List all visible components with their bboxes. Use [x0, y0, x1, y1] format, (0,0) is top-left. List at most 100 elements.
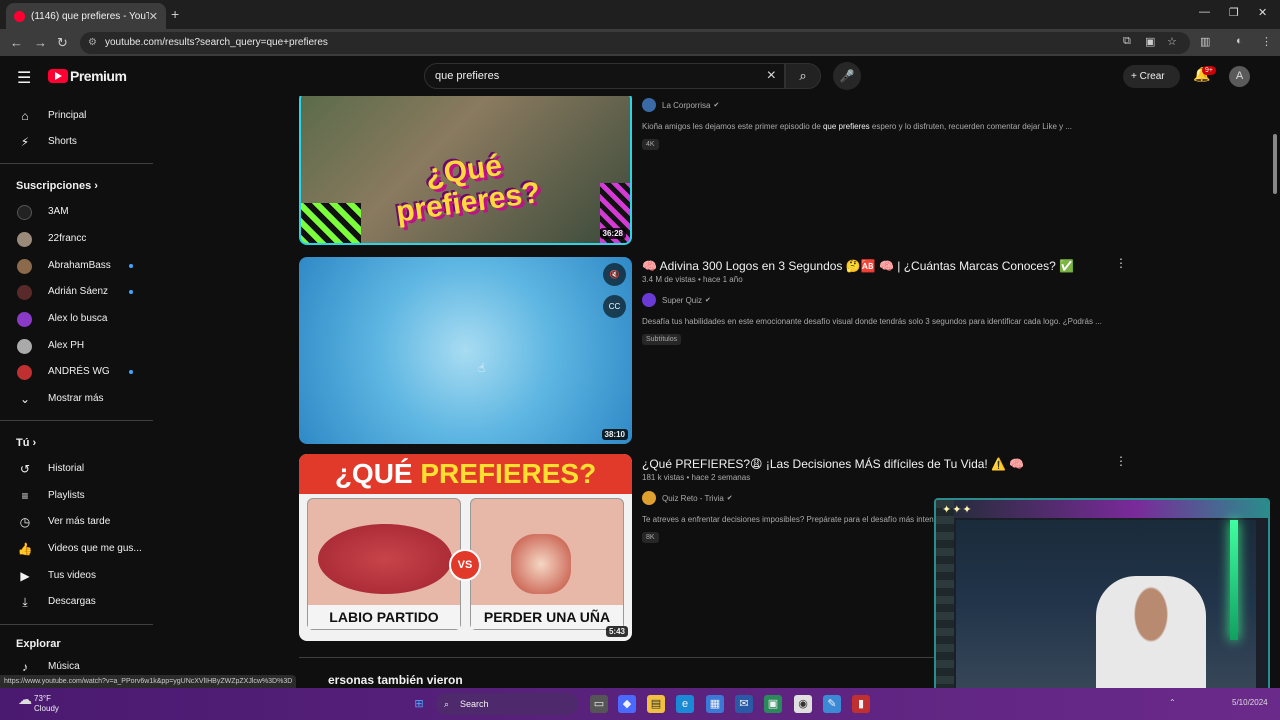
copilot-icon[interactable]: ◆: [618, 695, 636, 713]
sidebar-item-your-videos[interactable]: ▶ Tus videos: [0, 563, 155, 589]
reload-button[interactable]: ↻: [57, 35, 68, 51]
task-view-icon[interactable]: ▭: [590, 695, 608, 713]
channel-name: AbrahamBass: [48, 260, 111, 271]
video-title[interactable]: 🧠 Adivina 300 Logos en 3 Segundos 🤔🆎 🧠 |…: [642, 258, 1112, 274]
app-icon[interactable]: ▣: [764, 695, 782, 713]
sidebar-item-subscription[interactable]: 3AM: [0, 199, 155, 225]
search-input[interactable]: que prefieres ×: [424, 63, 785, 89]
close-tab-icon[interactable]: ✕: [149, 10, 158, 23]
url-field[interactable]: ⚙ youtube.com/results?search_query=que+p…: [80, 32, 1190, 54]
video-thumbnail-preview[interactable]: 🔇 CC 38:10: [299, 257, 632, 444]
webcam-frame-left: [936, 500, 954, 706]
you-heading[interactable]: Tú ›: [16, 437, 36, 449]
video-title[interactable]: ¿Qué PREFIERES?😩 ¡Las Decisiones MÁS dif…: [642, 456, 1112, 472]
account-avatar[interactable]: A: [1229, 66, 1250, 87]
subscriptions-heading[interactable]: Suscripciones ›: [16, 180, 98, 192]
channel-avatar: [642, 491, 656, 505]
obs-app-icon[interactable]: ▮: [852, 695, 870, 713]
sidebar-item-subscription[interactable]: Alex PH: [0, 333, 155, 359]
edge-browser-icon[interactable]: e: [676, 695, 694, 713]
windows-start-icon[interactable]: ⊞: [410, 695, 428, 713]
left-caption: LABIO PARTIDO: [308, 605, 460, 629]
youtube-logo[interactable]: Premium: [48, 68, 127, 84]
file-explorer-icon[interactable]: ▤: [647, 695, 665, 713]
search-icon: ⌕: [444, 699, 450, 709]
video-duration: 5:43: [605, 626, 628, 637]
channel-name: Adrián Sáenz: [48, 286, 109, 297]
sidebar-item-subscription[interactable]: AbrahamBass: [0, 253, 155, 279]
browser-tab[interactable]: (1146) que prefieres - YouTube ✕: [6, 3, 166, 29]
translate-icon[interactable]: ⧉: [1123, 35, 1131, 48]
sidebar-item-watch-later[interactable]: ◷ Ver más tarde: [0, 509, 155, 535]
store-icon[interactable]: ▦: [706, 695, 724, 713]
address-bar: ← → ↻ ⚙ youtube.com/results?search_query…: [0, 29, 1280, 56]
sidebar-item-subscription[interactable]: ANDRÉS WG: [0, 359, 155, 385]
site-info-icon[interactable]: ⚙: [88, 32, 97, 54]
sidebar: ⌂ Principal ⚡ Shorts Suscripciones › 3AM…: [0, 96, 160, 688]
scrollbar-thumb[interactable]: [1273, 134, 1277, 194]
more-options-icon[interactable]: ⋮: [1115, 256, 1127, 270]
channel-link[interactable]: La Corporrisa ✔: [642, 98, 1112, 112]
clear-search-icon[interactable]: ×: [767, 64, 776, 88]
webcam-frame-top: [936, 500, 1268, 518]
search-button[interactable]: ⌕: [785, 63, 821, 89]
sidebar-item-downloads[interactable]: ⤓ Descargas: [0, 589, 155, 615]
show-more-label: Mostrar más: [48, 393, 104, 404]
channel-avatar: [17, 312, 32, 327]
tray-chevron-icon[interactable]: ⌃: [1169, 698, 1176, 707]
notification-badge: 9+: [1202, 66, 1216, 75]
quality-tag: 4K: [642, 139, 659, 150]
taskbar-search[interactable]: ⌕ Search: [436, 693, 578, 715]
cast-icon[interactable]: ▣: [1145, 35, 1155, 48]
page-scrollbar[interactable]: [1270, 56, 1280, 688]
photos-icon[interactable]: ✎: [823, 695, 841, 713]
channel-avatar: [642, 98, 656, 112]
thumbnail-left-panel: LABIO PARTIDO: [307, 498, 461, 630]
sidebar-item-subscription[interactable]: Adrián Sáenz: [0, 279, 155, 305]
minimize-button[interactable]: —: [1199, 6, 1210, 18]
sidebar-item-home[interactable]: ⌂ Principal: [0, 103, 155, 129]
clock-icon: ◷: [19, 515, 31, 529]
divider: [0, 624, 153, 625]
chrome-icon[interactable]: ◉: [794, 695, 812, 713]
back-button[interactable]: ←: [10, 35, 23, 50]
voice-search-button[interactable]: 🎤: [833, 62, 861, 90]
sidebar-item-subscription[interactable]: 22francc: [0, 226, 155, 252]
clock-date: 5/10/2024: [1232, 698, 1268, 707]
shorts-icon: ⚡: [20, 135, 30, 149]
mute-icon[interactable]: 🔇: [603, 263, 626, 286]
side-panel-icon[interactable]: ▥: [1200, 35, 1210, 48]
divider: [0, 420, 153, 421]
close-window-button[interactable]: ✕: [1258, 6, 1267, 19]
profile-icon[interactable]: ◐: [1236, 35, 1243, 47]
sidebar-item-label: Shorts: [48, 136, 77, 147]
channel-name: Quiz Reto - Trivia: [662, 493, 724, 503]
sidebar-item-liked-videos[interactable]: 👍 Videos que me gus...: [0, 536, 155, 562]
channel-avatar: [642, 293, 656, 307]
menu-hamburger-icon[interactable]: ☰: [17, 68, 31, 88]
video-thumbnail[interactable]: ¿QUÉ PREFIERES? LABIO PARTIDO PERDER UNA…: [299, 454, 632, 641]
video-thumbnail[interactable]: ¿Qué prefieres? 36:28: [299, 96, 632, 245]
channel-link[interactable]: Super Quiz ✔: [642, 293, 1112, 307]
new-tab-button[interactable]: +: [171, 6, 179, 22]
create-button[interactable]: + Crear: [1123, 65, 1180, 88]
nail-illustration: [511, 534, 571, 594]
youtube-play-icon: [48, 69, 68, 83]
show-more-button[interactable]: ⌄ Mostrar más: [0, 386, 155, 412]
sidebar-item-subscription[interactable]: Alex lo busca: [0, 306, 155, 332]
bookmark-star-icon[interactable]: ☆: [1167, 35, 1177, 48]
sparkle-icon: ✦✦✦: [942, 504, 973, 516]
more-options-icon[interactable]: ⋮: [1115, 454, 1127, 468]
sidebar-item-history[interactable]: ↺ Historial: [0, 456, 155, 482]
logo-text: Premium: [70, 68, 127, 84]
restore-button[interactable]: ❐: [1229, 6, 1239, 19]
forward-button[interactable]: →: [34, 35, 47, 50]
channel-name: 22francc: [48, 233, 87, 244]
mail-icon[interactable]: ✉: [735, 695, 753, 713]
mouse-pointer-icon: ☝: [478, 361, 486, 375]
sidebar-item-playlists[interactable]: ≡ Playlists: [0, 483, 155, 509]
channel-avatar: [17, 339, 32, 354]
sidebar-item-shorts[interactable]: ⚡ Shorts: [0, 129, 155, 155]
closed-captions-button[interactable]: CC: [603, 295, 626, 318]
browser-menu-icon[interactable]: ⋮: [1261, 35, 1272, 48]
